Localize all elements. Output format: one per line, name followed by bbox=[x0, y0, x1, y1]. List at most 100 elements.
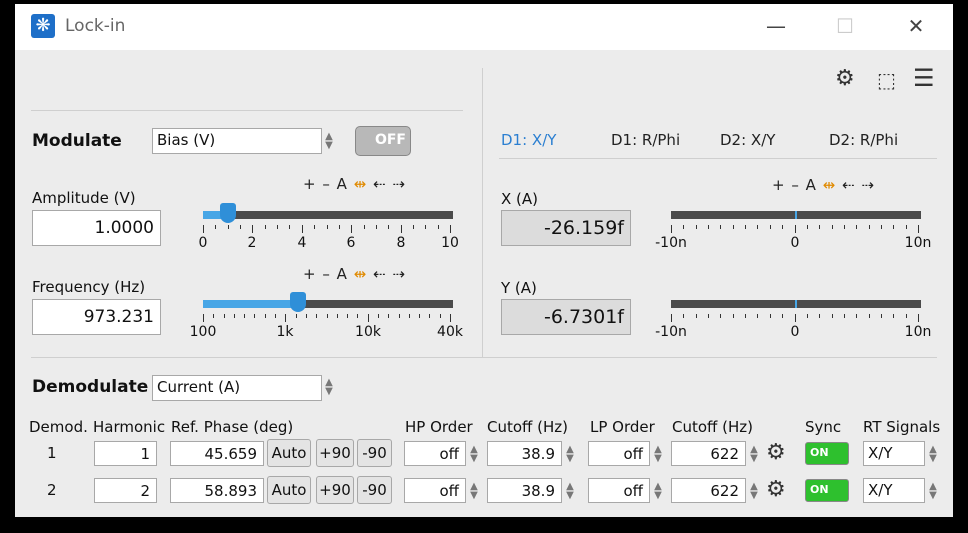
lp-order-select[interactable]: off bbox=[588, 441, 650, 466]
amplitude-input[interactable]: 1.0000 bbox=[32, 210, 161, 246]
y-scale-tick bbox=[795, 314, 796, 322]
select-arrows-icon[interactable]: ▲ ▼ bbox=[323, 132, 335, 151]
rt-signals-select[interactable]: X/Y bbox=[863, 441, 925, 466]
lp-cutoff-input[interactable]: 622 bbox=[671, 441, 746, 466]
lp-cutoff-input[interactable]: 622 bbox=[671, 478, 746, 503]
frequency-scale-tick-label: 100 bbox=[189, 324, 217, 340]
amplitude-slider-tools[interactable]: + – A ⇹ ⇠ ⇢ bbox=[303, 175, 406, 193]
x-scale-tick bbox=[819, 225, 820, 229]
window-title: Lock-in bbox=[65, 16, 126, 36]
hp-cutoff-input[interactable]: 38.9 bbox=[487, 441, 562, 466]
spin-arrows-icon[interactable]: ▲ ▼ bbox=[927, 482, 939, 501]
minimize-button[interactable]: — bbox=[761, 12, 791, 40]
plus90-button[interactable]: +90 bbox=[316, 476, 354, 504]
x-scale-tick bbox=[782, 225, 783, 229]
frequency-scale-tick bbox=[450, 314, 451, 322]
plus90-button[interactable]: +90 bbox=[316, 439, 354, 467]
hp-cutoff-input[interactable]: 38.9 bbox=[487, 478, 562, 503]
frequency-scale-tick bbox=[213, 314, 214, 318]
x-scale-tick bbox=[720, 225, 721, 229]
y-scale-tick bbox=[733, 314, 734, 318]
frequency-scale-tick bbox=[316, 314, 317, 318]
x-scale-tick bbox=[918, 225, 919, 233]
ref-phase-input[interactable]: 45.659 bbox=[170, 441, 264, 466]
tab-d2-xy[interactable]: D2: X/Y bbox=[720, 131, 775, 149]
spin-arrows-icon[interactable]: ▲ ▼ bbox=[748, 482, 760, 501]
spin-arrows-icon[interactable]: ▲ ▼ bbox=[468, 445, 480, 464]
tab-d2-rphi[interactable]: D2: R/Phi bbox=[829, 131, 898, 149]
frequency-scale-tick bbox=[337, 314, 338, 318]
amplitude-scale-tick bbox=[388, 225, 389, 229]
spin-arrows-icon[interactable]: ▲ ▼ bbox=[564, 445, 576, 464]
frequency-scale-tick bbox=[285, 314, 286, 322]
amplitude-scale-tick-label: 10 bbox=[441, 235, 459, 251]
modulate-source-select[interactable]: Bias (V) bbox=[152, 128, 322, 154]
frequency-scale-tick bbox=[429, 314, 430, 318]
frequency-scale-tick bbox=[419, 314, 420, 318]
y-scale-tick bbox=[745, 314, 746, 318]
frequency-slider[interactable]: 100 1k 10k 40k bbox=[190, 292, 463, 340]
rt-signals-select[interactable]: X/Y bbox=[863, 478, 925, 503]
lp-order-select[interactable]: off bbox=[588, 478, 650, 503]
tab-d1-xy[interactable]: D1: X/Y bbox=[501, 131, 556, 149]
menu-icon[interactable]: ☰ bbox=[913, 64, 935, 92]
y-scale-tick bbox=[906, 314, 907, 318]
frequency-input[interactable]: 973.231 bbox=[32, 299, 161, 335]
spin-arrows-icon[interactable]: ▲ ▼ bbox=[927, 445, 939, 464]
header-sync: Sync bbox=[805, 418, 842, 436]
hp-order-select[interactable]: off bbox=[404, 478, 466, 503]
gear-icon[interactable]: ⚙ bbox=[766, 477, 786, 502]
demodulate-source-select[interactable]: Current (A) bbox=[152, 375, 322, 401]
frequency-scale-tick-label: 40k bbox=[437, 324, 463, 340]
modulate-toggle[interactable]: OFF bbox=[355, 126, 411, 156]
spin-arrows-icon[interactable]: ▲ ▼ bbox=[468, 482, 480, 501]
demod-number: 2 bbox=[47, 481, 57, 499]
x-scale-tick bbox=[745, 225, 746, 229]
spin-arrows-icon[interactable]: ▲ ▼ bbox=[652, 482, 664, 501]
frequency-scale-tick bbox=[244, 314, 245, 318]
ref-phase-input[interactable]: 58.893 bbox=[170, 478, 264, 503]
amplitude-scale-tick bbox=[327, 225, 328, 229]
x-scale-tools[interactable]: + – A ⇹ ⇠ ⇢ bbox=[772, 176, 875, 194]
gear-icon[interactable]: ⚙ bbox=[835, 66, 855, 91]
spin-arrows-icon[interactable]: ▲ ▼ bbox=[564, 482, 576, 501]
header-harmonic: Harmonic bbox=[93, 418, 166, 436]
frequency-slider-tools[interactable]: + – A ⇹ ⇠ ⇢ bbox=[303, 265, 406, 283]
auto-phase-button[interactable]: Auto bbox=[267, 476, 311, 504]
frequency-slider-thumb[interactable] bbox=[290, 292, 306, 312]
frequency-scale-tick-label: 10k bbox=[355, 324, 381, 340]
x-scale-tick bbox=[671, 225, 672, 233]
amplitude-slider-thumb[interactable] bbox=[220, 203, 236, 223]
sync-toggle[interactable]: ON bbox=[805, 442, 849, 465]
close-button[interactable]: ✕ bbox=[901, 12, 931, 40]
sync-toggle[interactable]: ON bbox=[805, 479, 849, 502]
title-bar: ❋ Lock-in — ☐ ✕ bbox=[15, 4, 953, 50]
select-arrows-icon[interactable]: ▲ ▼ bbox=[323, 378, 335, 397]
x-scale-tick bbox=[832, 225, 833, 229]
minus90-button[interactable]: -90 bbox=[357, 439, 392, 467]
harmonic-input[interactable]: 1 bbox=[94, 441, 157, 466]
lockin-window: ❋ Lock-in — ☐ ✕ ⚙ ⬚ ☰ Modulate Bias (V) … bbox=[15, 4, 953, 517]
frequency-scale-tick bbox=[347, 314, 348, 318]
frequency-scale-tick bbox=[388, 314, 389, 318]
frequency-scale-tick bbox=[275, 314, 276, 318]
gear-icon[interactable]: ⚙ bbox=[766, 440, 786, 465]
spin-arrows-icon[interactable]: ▲ ▼ bbox=[748, 445, 760, 464]
y-scale-tick bbox=[881, 314, 882, 318]
frequency-scale-tick bbox=[265, 314, 266, 318]
y-scale-tick bbox=[720, 314, 721, 318]
amplitude-slider[interactable]: 0 2 4 6 8 10 bbox=[199, 203, 459, 251]
auto-phase-button[interactable]: Auto bbox=[267, 439, 311, 467]
harmonic-input[interactable]: 2 bbox=[94, 478, 157, 503]
crop-icon[interactable]: ⬚ bbox=[877, 68, 896, 92]
tab-d1-rphi[interactable]: D1: R/Phi bbox=[611, 131, 680, 149]
spin-arrows-icon[interactable]: ▲ ▼ bbox=[652, 445, 664, 464]
y-scale-tick bbox=[807, 314, 808, 318]
y-scale-tick bbox=[832, 314, 833, 318]
maximize-button[interactable]: ☐ bbox=[830, 12, 860, 40]
hp-order-select[interactable]: off bbox=[404, 441, 466, 466]
frequency-scale-tick bbox=[378, 314, 379, 318]
minus90-button[interactable]: -90 bbox=[357, 476, 392, 504]
amplitude-scale-tick-label: 0 bbox=[198, 235, 208, 251]
header-rt-signals: RT Signals bbox=[863, 418, 941, 436]
